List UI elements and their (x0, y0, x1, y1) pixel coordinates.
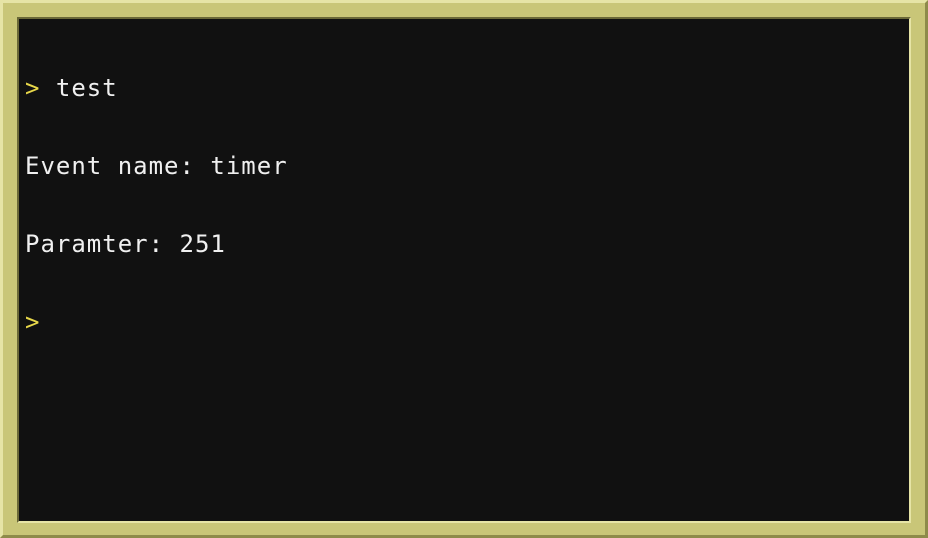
prompt-symbol: > (25, 74, 41, 102)
console-output: > test Event name: timer Paramter: 251 > (25, 23, 903, 517)
console-line-parameter: Paramter: 251 (25, 231, 903, 257)
event-name-text: Event name: timer (25, 152, 288, 180)
console-line-event-name: Event name: timer (25, 153, 903, 179)
parameter-text: Paramter: 251 (25, 230, 226, 258)
console-line-command: > test (25, 75, 903, 101)
input-prompt-symbol: > (25, 308, 41, 336)
command-text: test (40, 74, 118, 102)
console-input-line[interactable]: > (25, 309, 903, 335)
terminal-screen[interactable]: > test Event name: timer Paramter: 251 > (17, 17, 911, 523)
computer-terminal-frame: > test Event name: timer Paramter: 251 > (0, 0, 928, 538)
